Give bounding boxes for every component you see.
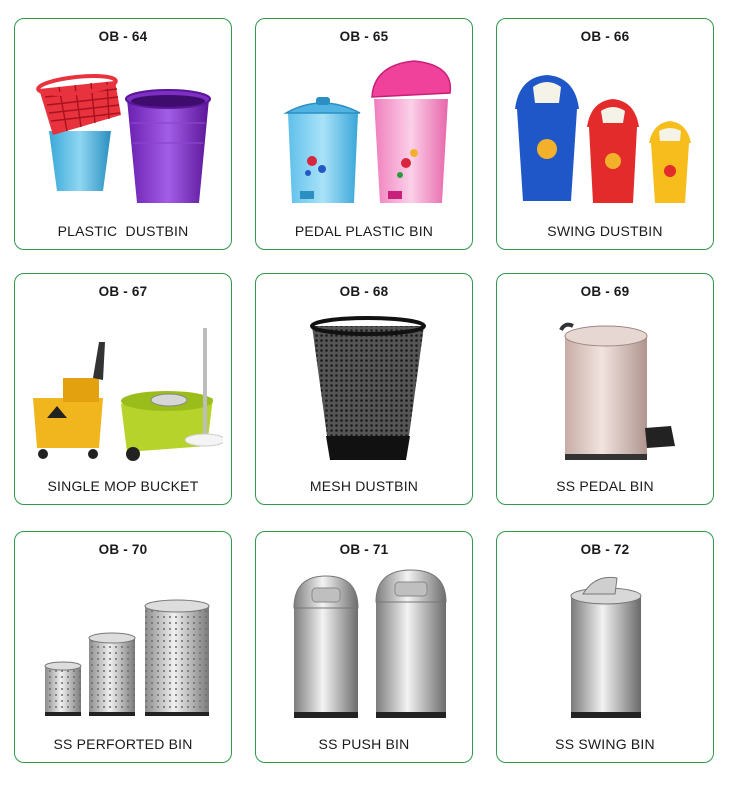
mesh-dustbin-icon bbox=[264, 308, 464, 468]
product-code: OB - 71 bbox=[339, 542, 389, 557]
product-name: SS PUSH BIN bbox=[318, 736, 410, 752]
swing-dustbin-icon bbox=[505, 53, 705, 213]
product-card-ob-66[interactable]: OB - 66 SWING DUSTBIN bbox=[496, 18, 714, 250]
product-name: PEDAL PLASTIC BIN bbox=[294, 223, 434, 239]
mop-bucket-icon bbox=[23, 308, 223, 468]
ss-perforated-bin-icon bbox=[23, 566, 223, 726]
product-card-ob-65[interactable]: OB - 65 PEDAL PLASTIC BIN bbox=[255, 18, 473, 250]
ss-swing-bin-icon bbox=[505, 566, 705, 726]
product-name: MESH DUSTBIN bbox=[309, 478, 419, 494]
product-name: SWING DUSTBIN bbox=[547, 223, 663, 239]
product-card-ob-70[interactable]: OB - 70 SS PERFORTED BIN bbox=[14, 531, 232, 763]
product-code: OB - 67 bbox=[98, 284, 148, 299]
ss-pedal-bin-icon bbox=[505, 308, 705, 468]
product-name: SINGLE MOP BUCKET bbox=[47, 478, 199, 494]
product-card-ob-64[interactable]: OB - 64 PLASTIC DUSTBIN bbox=[14, 18, 232, 250]
product-card-ob-68[interactable]: OB - 68 MESH DUSTBIN bbox=[255, 273, 473, 505]
product-code: OB - 64 bbox=[98, 29, 148, 44]
product-code: OB - 65 bbox=[339, 29, 389, 44]
product-code: OB - 72 bbox=[580, 542, 630, 557]
ss-push-bin-icon bbox=[264, 566, 464, 726]
product-name: SS PERFORTED BIN bbox=[53, 736, 193, 752]
plastic-dustbin-icon bbox=[23, 53, 223, 213]
product-name: PLASTIC DUSTBIN bbox=[57, 223, 189, 239]
pedal-plastic-bin-icon bbox=[264, 53, 464, 213]
product-card-ob-67[interactable]: OB - 67 SINGLE MOP BUCKET bbox=[14, 273, 232, 505]
product-name: SS SWING BIN bbox=[555, 736, 655, 752]
product-code: OB - 69 bbox=[580, 284, 630, 299]
product-code: OB - 70 bbox=[98, 542, 148, 557]
product-card-ob-72[interactable]: OB - 72 SS SWING BIN bbox=[496, 531, 714, 763]
product-code: OB - 68 bbox=[339, 284, 389, 299]
product-name: SS PEDAL BIN bbox=[556, 478, 654, 494]
product-card-ob-69[interactable]: OB - 69 SS PEDAL BIN bbox=[496, 273, 714, 505]
product-card-ob-71[interactable]: OB - 71 SS PUSH BIN bbox=[255, 531, 473, 763]
product-code: OB - 66 bbox=[580, 29, 630, 44]
